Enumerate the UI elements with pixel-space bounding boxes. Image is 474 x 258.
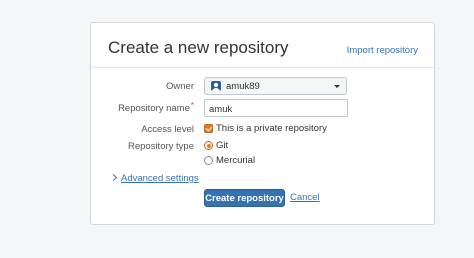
private-repository-label: This is a private repository (216, 123, 327, 134)
chevron-right-icon (109, 173, 118, 182)
owner-select[interactable]: amuk89 (204, 77, 347, 95)
create-repository-dialog: Create a new repository Import repositor… (90, 22, 435, 225)
private-repository-checkbox[interactable] (204, 124, 213, 133)
mercurial-radio[interactable] (204, 156, 213, 165)
dialog-title: Create a new repository (108, 38, 289, 57)
chevron-down-icon (334, 85, 340, 88)
access-level-label: Access level (141, 124, 194, 135)
cancel-link[interactable]: Cancel (290, 192, 320, 203)
dialog-header: Create a new repository Import repositor… (91, 23, 434, 67)
import-repository-link[interactable]: Import repository (347, 45, 418, 56)
repository-name-label-text: Repository name (118, 103, 190, 114)
git-label: Git (216, 140, 229, 151)
git-radio[interactable] (204, 141, 213, 150)
advanced-settings-label: Advanced settings (121, 173, 199, 184)
mercurial-label: Mercurial (216, 155, 256, 166)
repository-name-input[interactable] (204, 99, 348, 117)
repository-type-label: Repository type (127, 141, 194, 152)
owner-avatar-icon (211, 81, 221, 91)
create-repository-button[interactable]: Create repository (204, 189, 285, 207)
advanced-settings-toggle[interactable]: Advanced settings (109, 173, 199, 184)
required-indicator: * (190, 101, 194, 110)
repository-name-label: Repository name* (118, 101, 194, 114)
owner-label: Owner (166, 81, 194, 92)
header-divider (91, 67, 434, 68)
owner-value: amuk89 (226, 81, 260, 92)
